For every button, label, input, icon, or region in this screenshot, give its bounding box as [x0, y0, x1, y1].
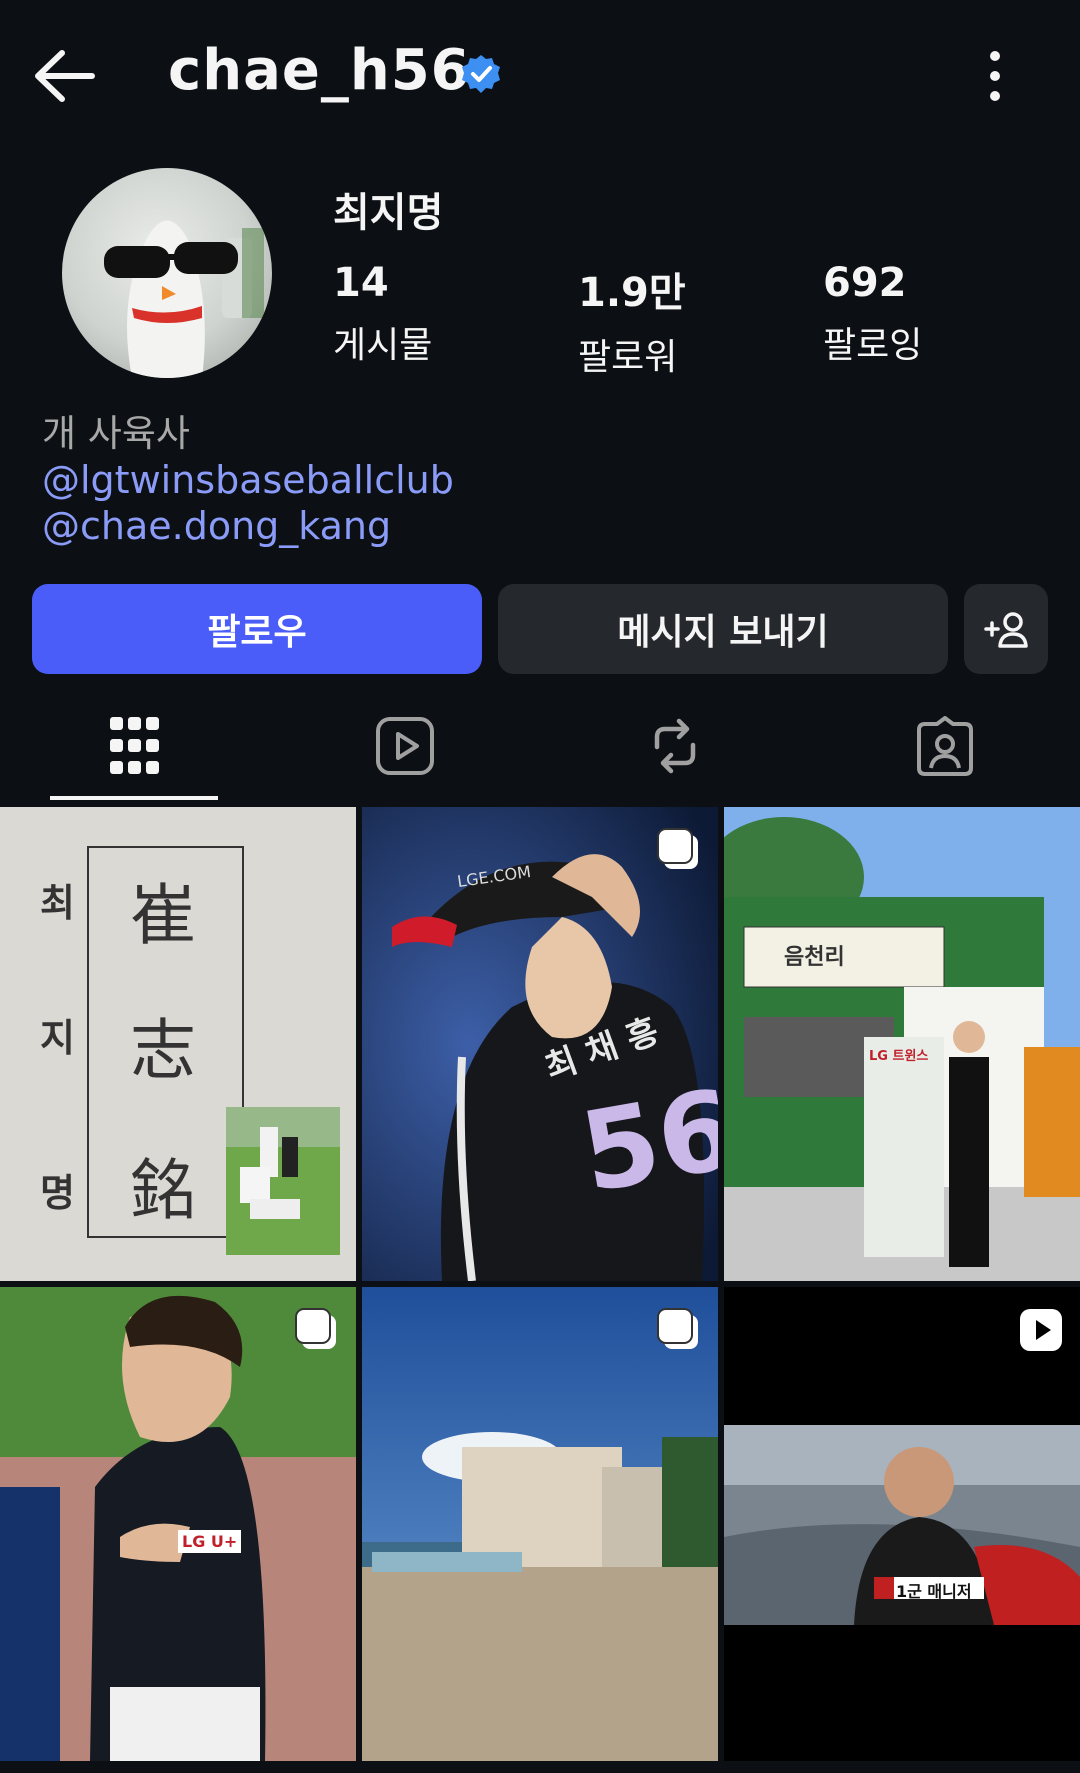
post-text-hangul-3: 명 [40, 1171, 75, 1215]
stat-label: 팔로잉 [823, 325, 923, 366]
tagged-icon [917, 716, 973, 776]
post-text-jersey-number: 56 [572, 1064, 718, 1218]
tab-reels[interactable] [270, 690, 540, 802]
active-tab-indicator [50, 796, 218, 800]
avatar[interactable] [62, 168, 272, 378]
bio-link-lgtwins[interactable]: @lgtwinsbaseballclub [42, 458, 454, 502]
post-text-hangul-2: 지 [40, 1016, 75, 1060]
post-image [362, 1287, 718, 1761]
stat-label: 팔로워 [578, 337, 678, 378]
top-bar: chae_h56 [0, 0, 1080, 150]
add-person-button[interactable] [964, 584, 1048, 674]
post-text-hangul-1: 최 [40, 881, 75, 925]
post-text-hanja-2: 志 [130, 1012, 196, 1089]
verified-badge-icon [462, 55, 500, 93]
reposts-icon [654, 718, 696, 774]
arrow-left-icon[interactable] [30, 45, 102, 107]
post-text-hanja-1: 崔 [130, 877, 196, 954]
post-text-banner: LG 트윈스 [869, 1049, 929, 1064]
post-tile[interactable]: 1군 매니저 [724, 1287, 1080, 1761]
carousel-icon [657, 828, 698, 869]
stat-followers[interactable]: 1.9만 팔로워 [578, 260, 686, 380]
tab-grid[interactable] [0, 690, 270, 802]
post-tile[interactable] [362, 1287, 718, 1761]
tab-tagged[interactable] [810, 690, 1080, 802]
bio-category: 개 사육사 [42, 412, 190, 455]
carousel-icon [657, 1308, 698, 1349]
post-image [724, 1287, 1080, 1761]
add-person-icon [984, 612, 1028, 648]
message-button[interactable]: 메시지 보내기 [498, 584, 948, 674]
profile-tabs [0, 690, 1080, 802]
post-text-sponsor: LG U+ [178, 1530, 242, 1553]
reel-icon [1020, 1309, 1062, 1351]
stat-value: 692 [823, 260, 907, 306]
stat-following[interactable]: 692 팔로잉 [823, 260, 922, 368]
display-name: 최지명 [333, 190, 444, 236]
stat-value: 14 [333, 260, 389, 306]
post-tile[interactable]: 음천리 LG 트윈스 [724, 807, 1080, 1281]
post-text-caption: 1군 매니저 [896, 1582, 972, 1601]
stat-label: 게시물 [333, 325, 433, 366]
stat-posts[interactable]: 14 게시물 [333, 260, 432, 368]
post-tile[interactable]: LG U+ [0, 1287, 356, 1761]
post-tile[interactable]: LGE.COM 최 채 흥 56 [362, 807, 718, 1281]
post-image [724, 807, 1080, 1281]
stat-value: 1.9만 [578, 270, 686, 316]
post-text-truck-sign: 음천리 [784, 945, 845, 970]
post-image [0, 1287, 356, 1761]
carousel-icon [295, 1308, 336, 1349]
username: chae_h56 [168, 38, 471, 103]
post-tile[interactable]: 최 지 명 崔 志 銘 [0, 807, 356, 1281]
reels-icon [376, 717, 434, 775]
follow-button[interactable]: 팔로우 [32, 584, 482, 674]
post-text-hanja-3: 銘 [130, 1152, 196, 1229]
grid-icon [110, 717, 159, 774]
bio-link-chae-dong-kang[interactable]: @chae.dong_kang [42, 504, 391, 548]
more-vertical-icon[interactable] [970, 48, 1020, 104]
avatar-image [104, 220, 264, 378]
tab-reposts[interactable] [540, 690, 810, 802]
